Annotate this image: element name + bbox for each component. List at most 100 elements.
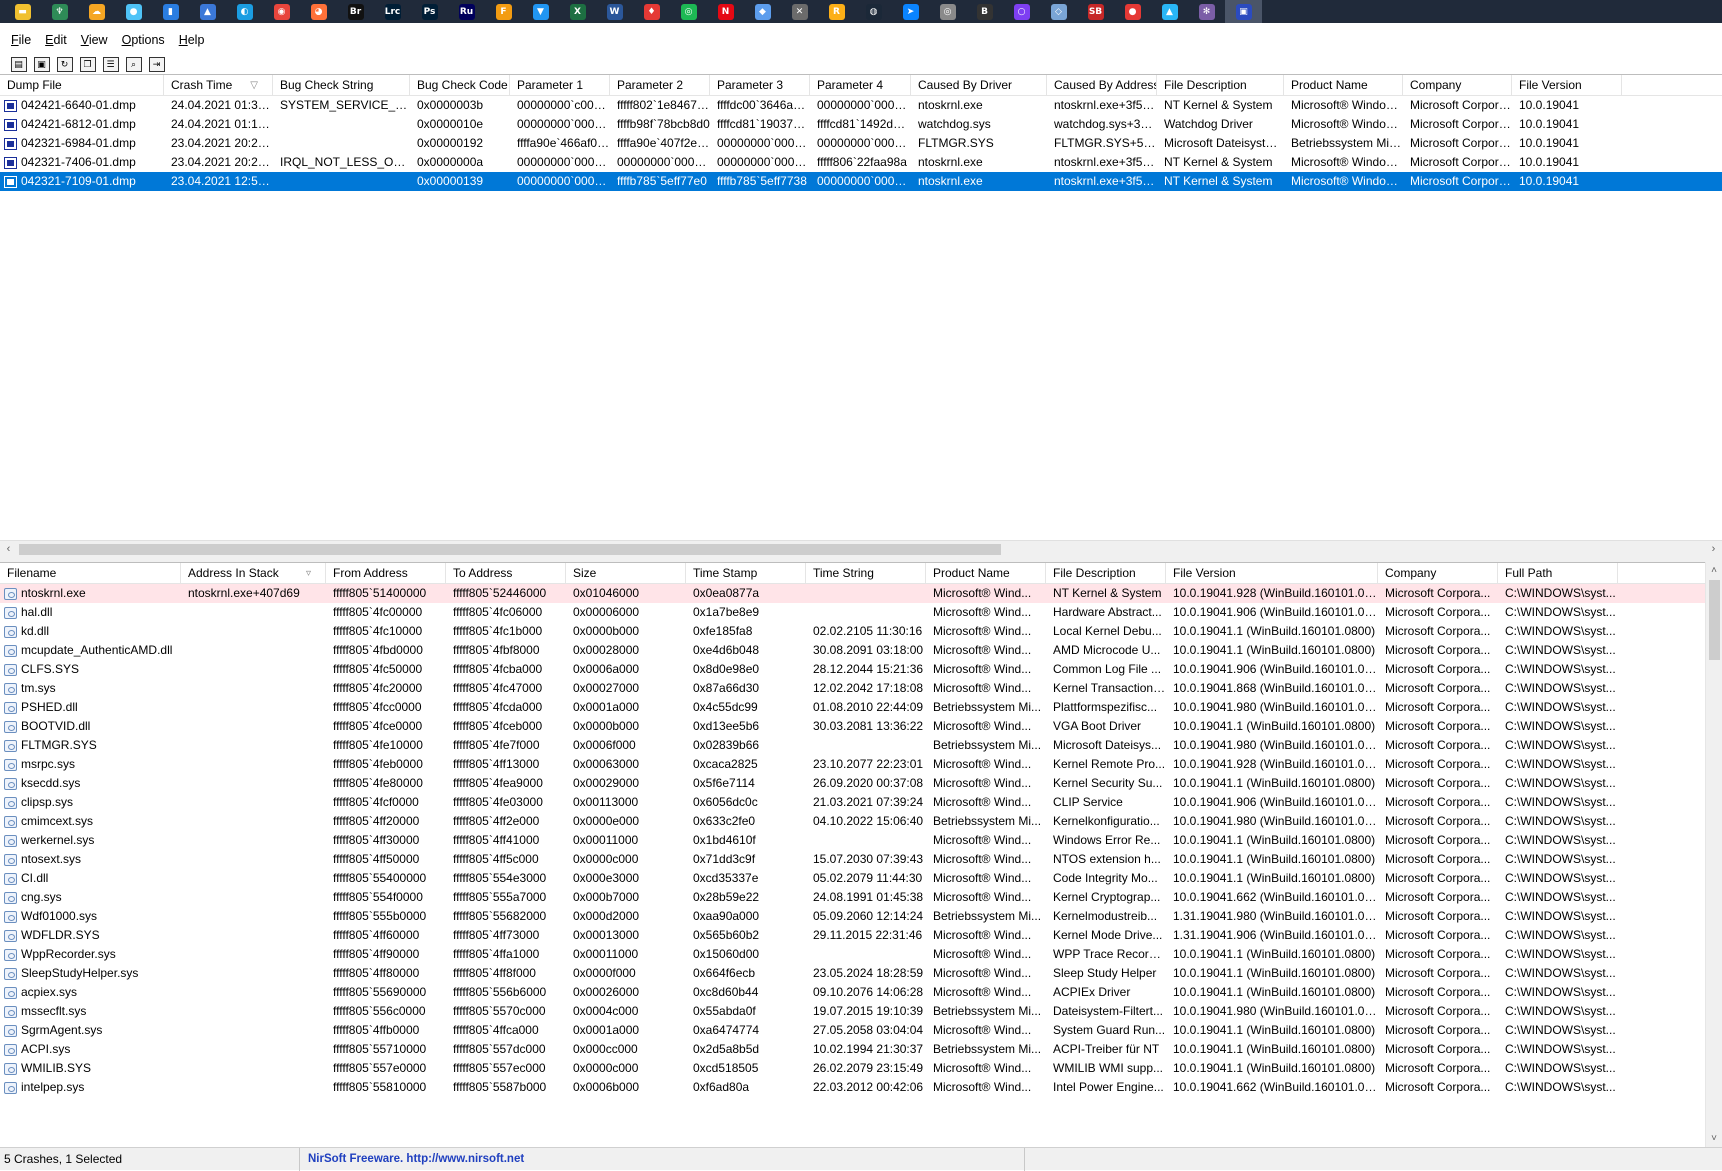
menu-help[interactable]: Help (172, 33, 212, 47)
taskbar-app[interactable]: ☁ (78, 0, 115, 23)
driver-row[interactable]: ntoskrnl.exe ntoskrnl.exe+407d69 fffff805`… (0, 584, 1722, 603)
taskbar-app[interactable]: ▲ (189, 0, 226, 23)
driver-row[interactable]: FLTMGR.SYS fffff805`4fe10000 fffff805`4fe7… (0, 736, 1722, 755)
driver-row[interactable]: mssecflt.sys fffff805`556c0000 fffff805`55… (0, 1002, 1722, 1021)
driver-row[interactable]: intelpep.sys fffff805`55810000 fffff805`55… (0, 1078, 1722, 1097)
column-header[interactable]: Crash Time ▽ (164, 75, 273, 96)
crash-row[interactable]: 042321-7109-01.dmp 23.04.2021 12:59:17 0x0… (0, 172, 1722, 191)
taskbar-app[interactable]: F (485, 0, 522, 23)
column-header[interactable]: File Version (1166, 563, 1378, 584)
driver-row[interactable]: WMILIB.SYS fffff805`557e0000 fffff805`557e… (0, 1059, 1722, 1078)
driver-row[interactable]: kd.dll fffff805`4fc10000 fffff805`4fc1b000… (0, 622, 1722, 641)
column-header[interactable]: Time String (806, 563, 926, 584)
column-header[interactable]: Company (1378, 563, 1498, 584)
column-header[interactable]: Dump File (0, 75, 164, 96)
taskbar-app[interactable]: W (596, 0, 633, 23)
column-header[interactable]: Filename (0, 563, 181, 584)
taskbar-app[interactable]: X (559, 0, 596, 23)
taskbar-app[interactable]: N (707, 0, 744, 23)
driver-row[interactable]: hal.dll fffff805`4fc00000 fffff805`4fc0600… (0, 603, 1722, 622)
taskbar-app[interactable]: ▣ (1225, 0, 1262, 23)
column-header[interactable]: File Description (1157, 75, 1284, 96)
driver-row[interactable]: PSHED.dll fffff805`4fcc0000 fffff805`4fcda… (0, 698, 1722, 717)
taskbar-app[interactable]: ♆ (41, 0, 78, 23)
advanced-options-button[interactable]: ▤ (8, 54, 29, 75)
taskbar-app[interactable]: SB (1077, 0, 1114, 23)
driver-row[interactable]: Wdf01000.sys fffff805`555b0000 fffff805`55… (0, 907, 1722, 926)
column-header[interactable]: Time Stamp (686, 563, 806, 584)
taskbar-app[interactable]: ◉ (263, 0, 300, 23)
scrollbar-thumb[interactable] (19, 544, 1001, 555)
column-header[interactable]: Company (1403, 75, 1512, 96)
taskbar-app[interactable]: ◎ (929, 0, 966, 23)
column-header[interactable]: Full Path (1498, 563, 1618, 584)
column-header[interactable]: Caused By Address (1047, 75, 1157, 96)
driver-row[interactable]: ACPI.sys fffff805`55710000 fffff805`557dc0… (0, 1040, 1722, 1059)
taskbar-app[interactable]: ▼ (522, 0, 559, 23)
nirsoft-link[interactable]: NirSoft Freeware. http://www.nirsoft.net (300, 1147, 1025, 1171)
column-header[interactable]: Product Name (1284, 75, 1403, 96)
taskbar-app[interactable]: ✕ (781, 0, 818, 23)
driver-row[interactable]: ksecdd.sys fffff805`4fe80000 fffff805`4fea… (0, 774, 1722, 793)
taskbar-app[interactable]: Ps (411, 0, 448, 23)
driver-row[interactable]: cmimcext.sys fffff805`4ff20000 fffff805`4f… (0, 812, 1722, 831)
taskbar-app[interactable]: ◆ (744, 0, 781, 23)
taskbar-app[interactable]: ◇ (1040, 0, 1077, 23)
driver-row[interactable]: mcupdate_AuthenticAMD.dll fffff805`4fbd00… (0, 641, 1722, 660)
taskbar-app[interactable]: ◕ (300, 0, 337, 23)
taskbar-app[interactable]: ➤ (892, 0, 929, 23)
refresh-button[interactable]: ↻ (54, 54, 75, 75)
taskbar-app[interactable]: ♦ (633, 0, 670, 23)
taskbar-app[interactable]: ▬ (4, 0, 41, 23)
taskbar-app[interactable]: ✻ (1188, 0, 1225, 23)
driver-row[interactable]: clipsp.sys fffff805`4fcf0000 fffff805`4fe0… (0, 793, 1722, 812)
driver-row[interactable]: SleepStudyHelper.sys fffff805`4ff80000 fff… (0, 964, 1722, 983)
copy-button[interactable]: ❐ (77, 54, 98, 75)
taskbar-app[interactable]: ▲ (1151, 0, 1188, 23)
crash-row[interactable]: 042321-6984-01.dmp 23.04.2021 20:26:34 0x0… (0, 134, 1722, 153)
find-button[interactable]: ⌕ (123, 54, 144, 75)
driver-row[interactable]: cng.sys fffff805`554f0000 fffff805`555a700… (0, 888, 1722, 907)
taskbar-app[interactable]: ▮ (152, 0, 189, 23)
crash-row[interactable]: 042321-7406-01.dmp 23.04.2021 20:22:17 IRQ… (0, 153, 1722, 172)
driver-row[interactable]: werkernel.sys fffff805`4ff30000 fffff805`4… (0, 831, 1722, 850)
column-header[interactable]: File Description (1046, 563, 1166, 584)
taskbar-app[interactable]: Br (337, 0, 374, 23)
column-header[interactable]: Parameter 1 (510, 75, 610, 96)
menu-options[interactable]: Options (115, 33, 172, 47)
exit-button[interactable]: ⇥ (146, 54, 167, 75)
taskbar-app[interactable]: Ru (448, 0, 485, 23)
driver-row[interactable]: BOOTVID.dll fffff805`4fce0000 fffff805`4fc… (0, 717, 1722, 736)
taskbar-app[interactable]: ◐ (226, 0, 263, 23)
column-header[interactable]: Product Name (926, 563, 1046, 584)
save-button[interactable]: ▣ (31, 54, 52, 75)
column-header[interactable]: Parameter 4 (810, 75, 911, 96)
properties-button[interactable]: ☰ (100, 54, 121, 75)
column-header[interactable]: To Address (446, 563, 566, 584)
driver-row[interactable]: CLFS.SYS fffff805`4fc50000 fffff805`4fcba0… (0, 660, 1722, 679)
taskbar-app[interactable]: ● (115, 0, 152, 23)
driver-row[interactable]: WppRecorder.sys fffff805`4ff90000 fffff805… (0, 945, 1722, 964)
menu-edit[interactable]: Edit (38, 33, 74, 47)
taskbar-app[interactable]: ◍ (855, 0, 892, 23)
column-header[interactable]: Size (566, 563, 686, 584)
scrollbar-thumb[interactable] (1709, 580, 1720, 660)
taskbar-app[interactable]: ● (1114, 0, 1151, 23)
crash-list-hscrollbar[interactable]: ‹ › (0, 540, 1722, 557)
driver-row[interactable]: msrpc.sys fffff805`4feb0000 fffff805`4ff13… (0, 755, 1722, 774)
column-header[interactable]: File Version (1512, 75, 1622, 96)
menu-file[interactable]: File (4, 33, 38, 47)
crash-row[interactable]: 042421-6812-01.dmp 24.04.2021 01:12:57 0x0… (0, 115, 1722, 134)
taskbar-app[interactable]: ◎ (670, 0, 707, 23)
column-header[interactable]: Bug Check String (273, 75, 410, 96)
driver-row[interactable]: ntosext.sys fffff805`4ff50000 fffff805`4ff… (0, 850, 1722, 869)
driver-row[interactable]: WDFLDR.SYS fffff805`4ff60000 fffff805`4ff7… (0, 926, 1722, 945)
scroll-right-arrow-icon[interactable]: › (1705, 541, 1722, 558)
column-header[interactable]: Caused By Driver (911, 75, 1047, 96)
column-header[interactable]: Address In Stack ▿ (181, 563, 326, 584)
driver-row[interactable]: tm.sys fffff805`4fc20000 fffff805`4fc47000… (0, 679, 1722, 698)
driver-row[interactable]: acpiex.sys fffff805`55690000 fffff805`556b… (0, 983, 1722, 1002)
taskbar-app[interactable]: Lrc (374, 0, 411, 23)
column-header[interactable]: Parameter 3 (710, 75, 810, 96)
column-header[interactable]: From Address (326, 563, 446, 584)
